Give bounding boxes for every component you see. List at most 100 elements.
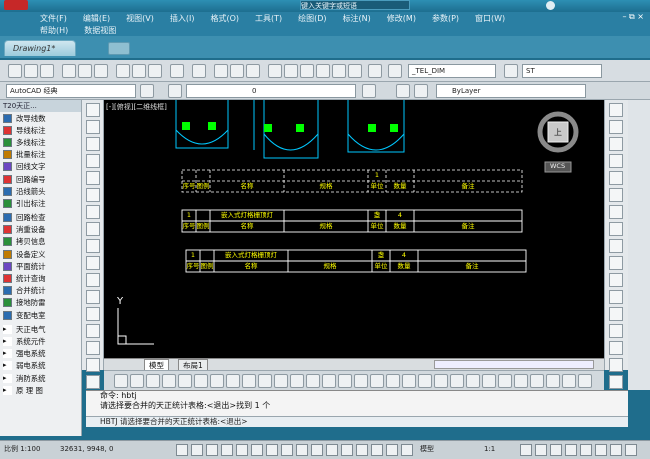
palette-item[interactable]: ▸ 弱电系统 <box>0 360 81 372</box>
new-tab-button[interactable] <box>108 42 130 55</box>
palette-item[interactable]: 平面统计 <box>0 260 81 272</box>
search-box[interactable]: 键入关键字或短语 <box>300 0 410 10</box>
status-toggle-button[interactable] <box>236 444 248 456</box>
tool-icon[interactable] <box>130 374 144 388</box>
horizontal-scrollbar[interactable] <box>434 360 594 369</box>
draw-tool-icon[interactable] <box>86 222 100 236</box>
menu-window[interactable]: 窗口(W) <box>467 13 513 24</box>
tool-icon[interactable] <box>562 374 576 388</box>
draw-tool-icon[interactable] <box>86 239 100 253</box>
palette-item[interactable]: 统计查询 <box>0 272 81 284</box>
modify-tool-icon[interactable] <box>609 256 623 270</box>
palette-item[interactable]: 回路编号 <box>0 173 81 185</box>
tool-icon[interactable] <box>354 374 368 388</box>
modify-tool-icon[interactable] <box>609 171 623 185</box>
palette-item[interactable]: ▸ 强电系统 <box>0 348 81 360</box>
menu-view[interactable]: 视图(V) <box>118 13 162 24</box>
modify-tool-icon[interactable] <box>609 239 623 253</box>
tool-icon[interactable] <box>434 374 448 388</box>
palette-item[interactable]: 批量标注 <box>0 149 81 161</box>
palette-item[interactable]: 回路检查 <box>0 212 81 224</box>
cut-icon[interactable] <box>116 64 130 78</box>
draw-tool-icon[interactable] <box>86 273 100 287</box>
status-toggle-button[interactable] <box>386 444 398 456</box>
tool-icon[interactable] <box>546 374 560 388</box>
draw-tool-icon[interactable] <box>86 103 100 117</box>
tool-icon[interactable] <box>338 374 352 388</box>
drawing-canvas[interactable]: [-][俯视][二维线框] 上 WCS Y 1 序号 图例 名称 规格 单位 数量 备注 1 嵌入… <box>104 100 604 358</box>
zoom-icon[interactable] <box>230 64 244 78</box>
palette-item[interactable]: ▸ 天正电气 <box>0 323 81 335</box>
status-tray-icon[interactable] <box>565 444 577 456</box>
modify-tool-icon[interactable] <box>609 205 623 219</box>
tool-icon[interactable] <box>578 374 592 388</box>
modify-tool-icon[interactable] <box>609 188 623 202</box>
status-toggle-button[interactable] <box>371 444 383 456</box>
palette-item[interactable]: 消重设备 <box>0 224 81 236</box>
tool-palette-icon[interactable] <box>300 64 314 78</box>
layer-state-icon[interactable] <box>414 84 428 98</box>
text-style-combo[interactable]: _TEL_DIM <box>408 64 496 78</box>
tool-icon[interactable] <box>242 374 256 388</box>
scale-indicator[interactable]: 比例 1:100 <box>4 443 40 457</box>
draw-tool-icon[interactable] <box>86 171 100 185</box>
palette-item[interactable]: 导线标注 <box>0 124 81 136</box>
preview-icon[interactable] <box>78 64 92 78</box>
make-current-icon[interactable] <box>362 84 376 98</box>
status-tray-icon[interactable] <box>550 444 562 456</box>
menu-draw[interactable]: 绘图(D) <box>290 13 334 24</box>
draw-tool-icon[interactable] <box>86 256 100 270</box>
palette-item[interactable]: 合并统计 <box>0 285 81 297</box>
modify-tool-icon[interactable] <box>609 324 623 338</box>
tool-icon[interactable] <box>418 374 432 388</box>
status-tray-icon[interactable] <box>535 444 547 456</box>
palette-item[interactable]: 变配电室 <box>0 309 81 321</box>
draw-tool-icon[interactable] <box>86 290 100 304</box>
tool-icon[interactable] <box>194 374 208 388</box>
layer-previous-icon[interactable] <box>396 84 410 98</box>
menu-insert[interactable]: 插入(I) <box>162 13 203 24</box>
palette-item[interactable]: 沿线箭头 <box>0 185 81 197</box>
status-toggle-button[interactable] <box>401 444 413 456</box>
tool-icon[interactable] <box>178 374 192 388</box>
draw-tool-icon[interactable] <box>86 154 100 168</box>
palette-item[interactable]: 引出标注 <box>0 197 81 209</box>
help-toolbar-icon[interactable] <box>368 64 382 78</box>
tool-icon[interactable] <box>290 374 304 388</box>
status-toggle-button[interactable] <box>296 444 308 456</box>
menu-format[interactable]: 格式(O) <box>202 13 247 24</box>
annotation-scale[interactable]: 1:1 <box>484 443 495 457</box>
status-toggle-button[interactable] <box>206 444 218 456</box>
tool-icon[interactable] <box>386 374 400 388</box>
menu-edit[interactable]: 编辑(E) <box>75 13 118 24</box>
publish-icon[interactable] <box>94 64 108 78</box>
modify-tool-icon[interactable] <box>609 273 623 287</box>
undo-icon[interactable] <box>170 64 184 78</box>
status-toggle-button[interactable] <box>176 444 188 456</box>
draw-tool-icon[interactable] <box>86 307 100 321</box>
misc-style-combo[interactable]: ST <box>522 64 602 78</box>
menu-tools[interactable]: 工具(T) <box>247 13 290 24</box>
modify-tool-icon[interactable] <box>609 358 623 372</box>
tool-icon[interactable] <box>450 374 464 388</box>
palette-item[interactable]: ▸ 原 理 图 <box>0 384 81 396</box>
status-tray-icon[interactable] <box>595 444 607 456</box>
modify-tool-icon[interactable] <box>609 137 623 151</box>
modify-tool-icon[interactable] <box>609 375 623 389</box>
copy-icon[interactable] <box>132 64 146 78</box>
tool-icon[interactable] <box>226 374 240 388</box>
tool-icon[interactable] <box>370 374 384 388</box>
status-toggle-button[interactable] <box>281 444 293 456</box>
palette-item[interactable]: ▸ 消防系统 <box>0 372 81 384</box>
help-icon[interactable] <box>546 1 555 10</box>
workspace-settings-icon[interactable] <box>140 84 154 98</box>
dim-style-icon[interactable] <box>504 64 518 78</box>
palette-item[interactable]: 拷贝信息 <box>0 236 81 248</box>
status-toggle-button[interactable] <box>326 444 338 456</box>
status-toggle-button[interactable] <box>221 444 233 456</box>
modify-tool-icon[interactable] <box>609 120 623 134</box>
redo-icon[interactable] <box>192 64 206 78</box>
modify-tool-icon[interactable] <box>609 154 623 168</box>
status-toggle-button[interactable] <box>251 444 263 456</box>
tool-icon[interactable] <box>274 374 288 388</box>
